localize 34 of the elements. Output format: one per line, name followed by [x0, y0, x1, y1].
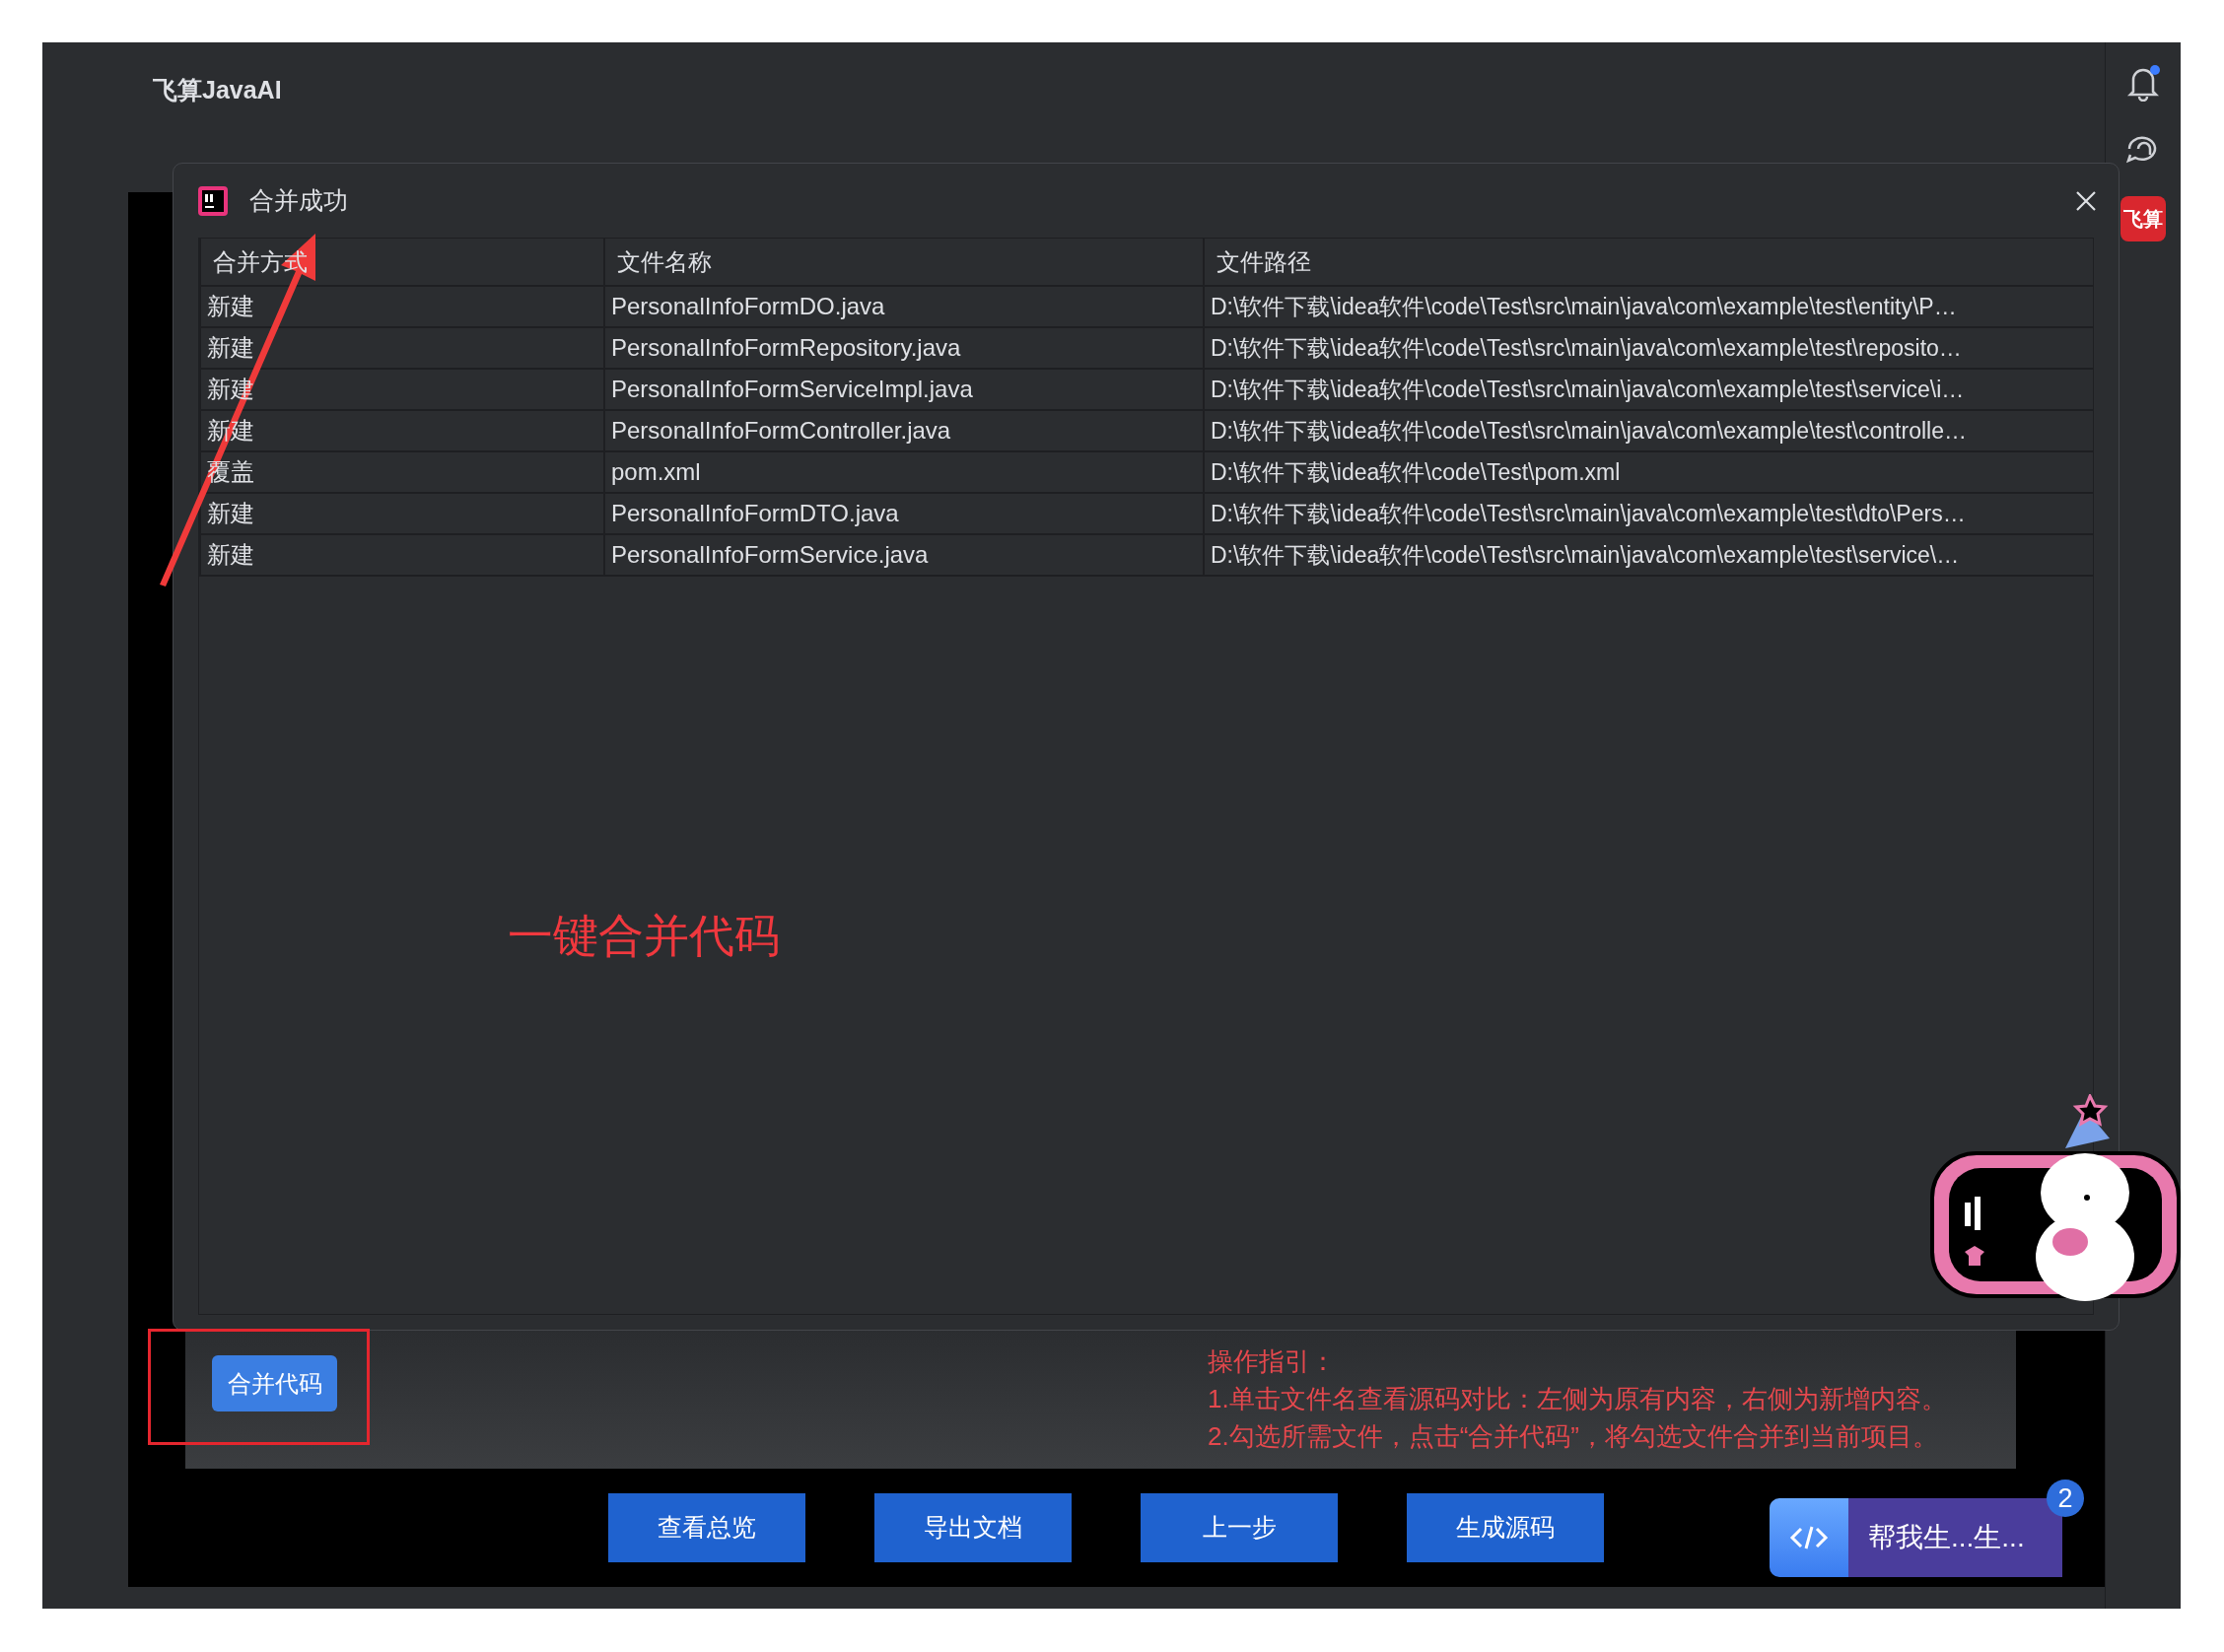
file-name-link[interactable]: PersonalInfoFormServiceImpl.java: [604, 369, 1204, 410]
file-path-cell: D:\软件下载\idea软件\code\Test\src\main\java\com\example\test\service\…: [1204, 534, 2093, 576]
merge-type-cell: 新建: [200, 534, 604, 576]
footer-button[interactable]: 上一步: [1141, 1493, 1338, 1562]
file-path-cell: D:\软件下载\idea软件\code\Test\src\main\java\com\example\test\dto\Pers…: [1204, 493, 2093, 534]
app-title: 飞算JavaAI: [153, 75, 282, 105]
footer-button[interactable]: 生成源码: [1407, 1493, 1604, 1562]
merge-type-cell: 新建: [200, 493, 604, 534]
file-path-cell: D:\软件下载\idea软件\code\Test\src\main\java\com\example\test\controlle…: [1204, 410, 2093, 451]
file-path-cell: D:\软件下载\idea软件\code\Test\src\main\java\com\example\test\service\i…: [1204, 369, 2093, 410]
file-name-link[interactable]: PersonalInfoFormService.java: [604, 534, 1204, 576]
footer-button[interactable]: 导出文档: [874, 1493, 1072, 1562]
notification-bell-icon[interactable]: [2125, 64, 2161, 102]
app-logo[interactable]: 飞算: [2120, 196, 2166, 241]
guide-step-text: 1.单击文件名查看源码对比：左侧为原有内容，右侧为新增内容。: [1208, 1383, 1947, 1415]
code-icon[interactable]: [1770, 1498, 1848, 1577]
file-name-link[interactable]: PersonalInfoFormRepository.java: [604, 327, 1204, 369]
column-header[interactable]: 文件路径: [1204, 239, 2093, 286]
annotation-text: 一键合并代码: [508, 909, 780, 963]
file-path-cell: D:\软件下载\idea软件\code\Test\src\main\java\com\example\test\entity\P…: [1204, 286, 2093, 327]
guide-heading: 操作指引：: [1208, 1345, 1337, 1378]
file-name-link[interactable]: PersonalInfoFormDO.java: [604, 286, 1204, 327]
ide-logo-icon: [198, 185, 228, 216]
file-path-cell: D:\软件下载\idea软件\code\Test\pom.xml: [1204, 451, 2093, 493]
column-header[interactable]: 文件名称: [604, 239, 1204, 286]
file-name-link[interactable]: PersonalInfoFormDTO.java: [604, 493, 1204, 534]
file-name-link[interactable]: PersonalInfoFormController.java: [604, 410, 1204, 451]
dialog-title: 合并成功: [249, 184, 348, 216]
file-path-cell: D:\软件下载\idea软件\code\Test\src\main\java\com\example\test\reposito…: [1204, 327, 2093, 369]
footer-button[interactable]: 查看总览: [608, 1493, 805, 1562]
close-icon[interactable]: [2075, 189, 2097, 212]
file-name-link[interactable]: pom.xml: [604, 451, 1204, 493]
guide-step-text: 2.勾选所需文件，点击“合并代码”，将勾选文件合并到当前项目。: [1208, 1420, 1939, 1453]
merge-code-button[interactable]: 合并代码: [212, 1355, 337, 1411]
